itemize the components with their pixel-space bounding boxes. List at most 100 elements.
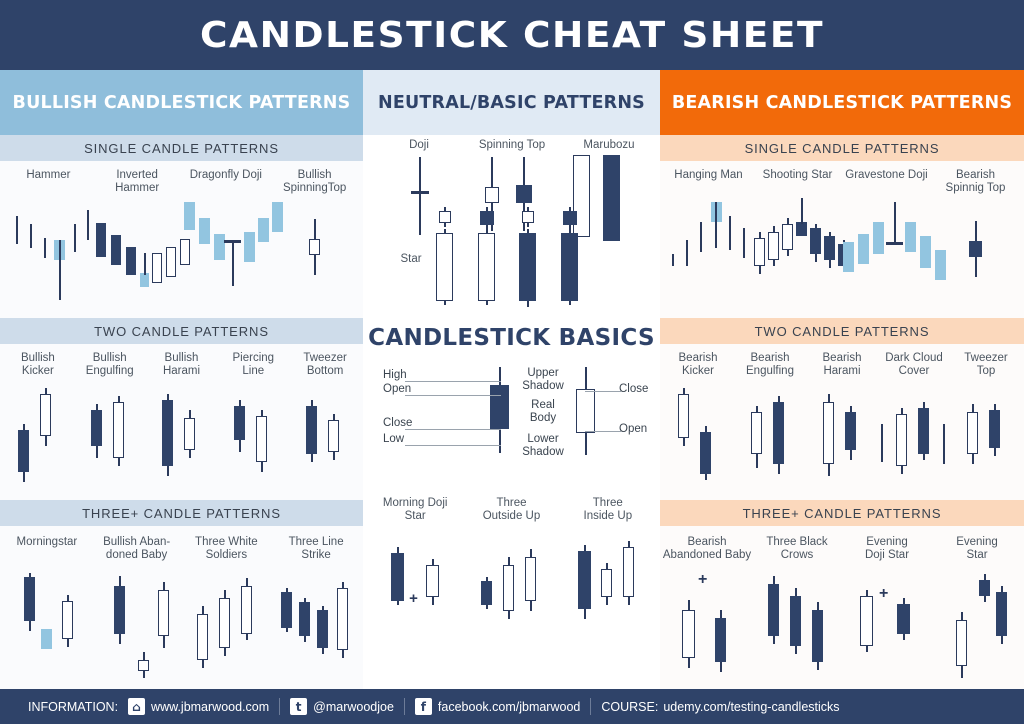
- pattern-hanging-man: Hanging Man: [664, 169, 759, 294]
- pattern-hammer: Hammer: [4, 169, 93, 301]
- pattern-label: Three Black Crows: [766, 536, 828, 562]
- footer-divider: [590, 698, 592, 715]
- pattern-label: Inverted Hammer: [115, 169, 160, 195]
- footer-bar: INFORMATION: ⌂ www.jbmarwood.com t @marw…: [0, 689, 1024, 724]
- column-header-neutral: NEUTRAL/BASIC PATTERNS: [363, 70, 660, 135]
- pattern-label: Three White Soldiers: [195, 536, 258, 562]
- pattern-label: Shooting Star: [762, 169, 833, 181]
- pattern-evening-star: Evening Star: [932, 536, 1022, 684]
- bearish-three-row: Bearish Abandoned Baby + Three Black Cro…: [660, 526, 1024, 686]
- pattern-label: Bearish Spinnig Top: [945, 169, 1006, 195]
- pattern-label: Dragonfly Doji: [189, 169, 262, 181]
- pattern-art-star: [433, 207, 633, 311]
- footer-course[interactable]: udemy.com/testing-candlesticks: [663, 700, 839, 714]
- footer-facebook[interactable]: facebook.com/jbmarwood: [438, 700, 580, 714]
- pattern-three-white-soldiers: Three White Soldiers: [182, 536, 272, 684]
- pattern-art: [182, 184, 283, 294]
- pattern-label: Evening Star: [956, 536, 998, 562]
- page-title: CANDLESTICK CHEAT SHEET: [199, 14, 825, 56]
- footer-divider: [403, 698, 405, 715]
- pattern-label: Gravestone Doji: [845, 169, 928, 181]
- pattern-bullish-harami: Bullish Harami: [146, 352, 218, 490]
- neutral-three-row: Morning Doji Star + Three Outside Up Thr…: [363, 481, 660, 641]
- pattern-label: Hammer: [26, 169, 71, 181]
- column-bearish: SINGLE CANDLE PATTERNS Hanging Man Shoot…: [660, 135, 1024, 689]
- cheat-sheet-page: CANDLESTICK CHEAT SHEET BULLISH CANDLEST…: [0, 0, 1024, 724]
- pattern-label: Bearish Kicker: [678, 352, 718, 378]
- pattern-art: [573, 525, 643, 635]
- basics-label-high: High: [383, 369, 407, 381]
- pattern-label: Morning Doji Star: [382, 497, 448, 523]
- pattern-three-line-strike: Three Line Strike: [271, 536, 361, 684]
- pattern-three-outside-up: Three Outside Up: [463, 497, 559, 635]
- bullish-single-row: Hammer Inverted Hammer Dragonfly Doji Bu…: [0, 161, 363, 318]
- band-bearish-three: THREE+ CANDLE PATTERNS: [660, 500, 1024, 526]
- pattern-evening-doji-star: Evening Doji Star +: [842, 536, 932, 684]
- pattern-bearish-kicker: Bearish Kicker: [662, 352, 734, 490]
- pattern-art: [295, 197, 335, 297]
- pattern-morningstar: Morningstar: [2, 536, 92, 671]
- pattern-label: Bullish SpinningTop: [282, 169, 347, 195]
- pattern-label: Tweezer Top: [964, 352, 1008, 378]
- facebook-icon: f: [414, 698, 432, 715]
- pattern-three-black-crows: Three Black Crows: [752, 536, 842, 684]
- pattern-art: [278, 564, 354, 684]
- pattern-art: [762, 564, 832, 684]
- pattern-label: Three Line Strike: [288, 536, 344, 562]
- basics-diagram: High Open Close Low Upper Shadow Real Bo…: [363, 351, 660, 481]
- pattern-bearish-harami: Bearish Harami: [806, 352, 878, 490]
- basics-label-right-close: Close: [619, 383, 649, 395]
- pattern-label: Morningstar: [16, 536, 78, 548]
- column-header-bearish: BEARISH CANDLESTICK PATTERNS: [660, 70, 1024, 135]
- pattern-art: [476, 525, 546, 635]
- pattern-label: Dark Cloud Cover: [885, 352, 943, 378]
- column-bullish: SINGLE CANDLE PATTERNS Hammer Inverted H…: [0, 135, 363, 689]
- pattern-art: [224, 380, 282, 490]
- pattern-piercing-line: Piercing Line: [217, 352, 289, 490]
- pattern-tweezer-top: Tweezer Top: [950, 352, 1022, 490]
- pattern-label: Three Outside Up: [482, 497, 541, 523]
- pattern-art: [191, 564, 261, 684]
- pattern-label: Bullish Aban- doned Baby: [103, 536, 171, 562]
- pattern-label-marubozu: Marubozu: [583, 139, 635, 151]
- pattern-art: [152, 380, 210, 490]
- footer-divider: [279, 698, 281, 715]
- pattern-bearish-abandoned-baby: Bearish Abandoned Baby +: [662, 536, 752, 684]
- footer-website[interactable]: www.jbmarwood.com: [151, 700, 269, 714]
- basics-label-lower-shadow: Lower Shadow: [522, 433, 564, 458]
- pattern-bullish-engulfing: Bullish Engulfing: [74, 352, 146, 490]
- footer-twitter[interactable]: @marwoodjoe: [313, 700, 394, 714]
- pattern-label: Hanging Man: [674, 169, 743, 181]
- page-title-bar: CANDLESTICK CHEAT SHEET: [0, 0, 1024, 70]
- pattern-bullish-abandoned-baby: Bullish Aban- doned Baby: [92, 536, 182, 684]
- twitter-icon: t: [290, 698, 308, 715]
- pattern-dragonfly-doji: Dragonfly Doji: [182, 169, 283, 294]
- neutral-basics-row: Doji Spinning Top Marubozu Star: [363, 135, 660, 321]
- column-header-bullish: BULLISH CANDLESTICK PATTERNS: [0, 70, 363, 135]
- pattern-art: [12, 551, 82, 671]
- basics-label-low: Low: [383, 433, 405, 445]
- pattern-art: [92, 197, 191, 302]
- pattern-art: [957, 380, 1015, 490]
- pattern-art: [666, 184, 759, 294]
- pattern-bearish-engulfing: Bearish Engulfing: [734, 352, 806, 490]
- pattern-inverted-hammer: Inverted Hammer: [92, 169, 191, 302]
- pattern-art: +: [670, 564, 744, 684]
- pattern-art: [741, 380, 799, 490]
- pattern-label: Three Inside Up: [583, 497, 633, 523]
- pattern-label: Tweezer Bottom: [303, 352, 347, 378]
- pattern-art: [942, 564, 1012, 684]
- home-icon: ⌂: [128, 698, 146, 715]
- pattern-morning-doji-star: Morning Doji Star +: [367, 497, 463, 635]
- pattern-art: +: [380, 525, 450, 635]
- pattern-gravestone-doji: Gravestone Doji: [842, 169, 946, 294]
- bullish-three-row: Morningstar Bullish Aban- doned Baby Thr…: [0, 526, 363, 686]
- basics-title: CANDLESTICK BASICS: [368, 325, 655, 351]
- pattern-art: [667, 380, 729, 490]
- pattern-art: +: [852, 564, 922, 684]
- pattern-label: Bearish Harami: [822, 352, 862, 378]
- bearish-two-row: Bearish Kicker Bearish Engulfing Bearish…: [660, 344, 1024, 500]
- basics-label-right-open: Open: [619, 423, 648, 435]
- band-bullish-three: THREE+ CANDLE PATTERNS: [0, 500, 363, 526]
- pattern-art: [7, 380, 69, 490]
